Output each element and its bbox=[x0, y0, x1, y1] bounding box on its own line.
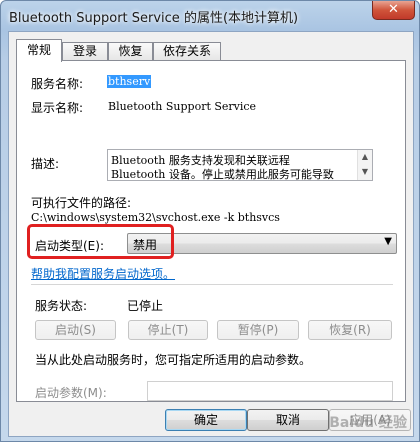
exe-path-label: 可执行文件的路径: bbox=[31, 196, 132, 210]
divider bbox=[31, 284, 393, 285]
exe-path-value: C:\windows\system32\svchost.exe -k bthsv… bbox=[31, 211, 280, 224]
start-params-label: 启动参数(M): bbox=[35, 386, 107, 400]
general-tab-panel: 服务名称: bthserv 显示名称: Bluetooth Support Se… bbox=[16, 60, 406, 402]
chevron-down-icon: ▼ bbox=[384, 236, 392, 247]
description-box[interactable]: Bluetooth 服务支持发现和关联远程 Bluetooth 设备。停止或禁用… bbox=[107, 149, 373, 181]
service-name-value[interactable]: bthserv bbox=[107, 75, 152, 88]
ok-button[interactable]: 确定 bbox=[165, 409, 247, 431]
start-params-hint: 当从此处启动服务时，您可指定所适用的启动参数。 bbox=[35, 353, 312, 367]
scroll-down-icon[interactable]: ▼ bbox=[358, 165, 372, 179]
cancel-button[interactable]: 取消 bbox=[247, 409, 329, 431]
start-params-input[interactable] bbox=[147, 381, 393, 401]
close-icon: ✕ bbox=[388, 2, 399, 17]
title-bar[interactable]: Bluetooth Support Service 的属性(本地计算机) ✕ bbox=[1, 1, 420, 31]
start-button[interactable]: 启动(S) bbox=[35, 320, 116, 340]
service-name-label: 服务名称: bbox=[31, 77, 84, 91]
help-configure-link[interactable]: 帮助我配置服务启动选项。 bbox=[31, 265, 175, 282]
tab-general[interactable]: 常规 bbox=[16, 39, 62, 62]
pause-button[interactable]: 暂停(P) bbox=[217, 320, 299, 340]
stop-button[interactable]: 停止(T) bbox=[128, 320, 208, 340]
service-status-label: 服务状态: bbox=[35, 299, 88, 313]
resume-button[interactable]: 恢复(R) bbox=[308, 320, 392, 340]
tab-recovery[interactable]: 恢复 bbox=[108, 42, 153, 61]
display-name-value[interactable]: Bluetooth Support Service bbox=[108, 100, 256, 113]
tab-logon[interactable]: 登录 bbox=[62, 42, 108, 61]
watermark: Baidu 经验 bbox=[329, 415, 407, 431]
service-status-value: 已停止 bbox=[127, 299, 164, 313]
close-button[interactable]: ✕ bbox=[372, 1, 415, 20]
highlight-annotation bbox=[27, 224, 174, 259]
display-name-label: 显示名称: bbox=[31, 101, 84, 115]
dialog-client-area: 常规 登录 恢复 依存关系 服务名称: bthserv 显示名称: Blueto… bbox=[8, 31, 414, 437]
scroll-up-icon[interactable]: ▲ bbox=[358, 150, 372, 164]
window-title: Bluetooth Support Service 的属性(本地计算机) bbox=[9, 11, 299, 26]
description-line-2: Bluetooth 设备。停止或禁用此服务可能导致 bbox=[111, 168, 334, 181]
description-scrollbar[interactable]: ▲ ▼ bbox=[357, 150, 372, 180]
description-label: 描述: bbox=[31, 157, 60, 171]
tab-dependencies[interactable]: 依存关系 bbox=[153, 42, 221, 61]
properties-window: Bluetooth Support Service 的属性(本地计算机) ✕ 常… bbox=[0, 0, 420, 442]
